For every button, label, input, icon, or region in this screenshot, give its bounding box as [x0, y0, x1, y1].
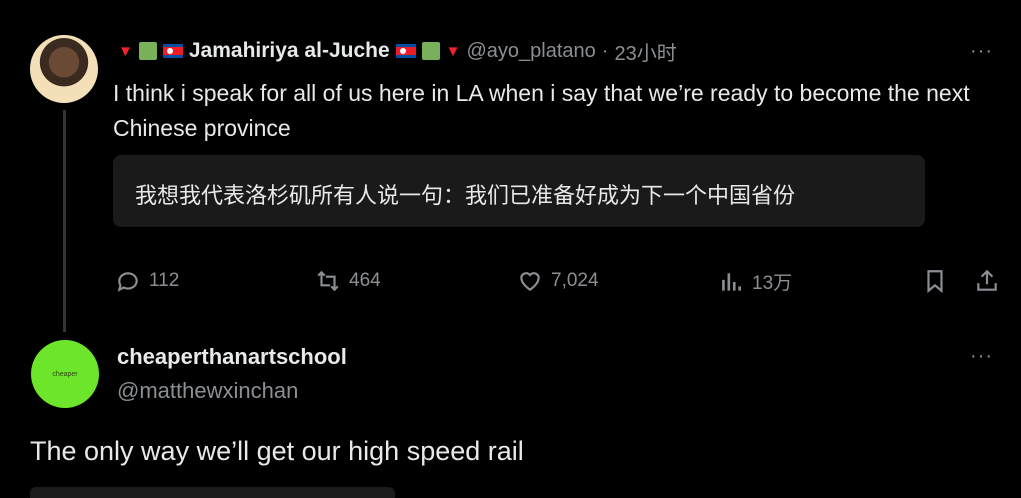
meta-separator: ·	[601, 39, 609, 62]
author-display-name[interactable]: Jamahiriya al-Juche	[189, 39, 390, 63]
tweet-header: ▼ Jamahiriya al-Juche ▼ @ayo_platano · 2…	[118, 37, 677, 65]
more-options-icon[interactable]: ···	[970, 40, 993, 63]
green-square-emoji-icon	[421, 42, 440, 60]
red-triangle-emoji-icon: ▼	[118, 42, 133, 60]
repost-button[interactable]: 464	[315, 268, 381, 294]
translation-text: 我想我代表洛杉矶所有人说一句：我们已准备好成为下一个中国省份	[135, 184, 796, 209]
reply-author-display-name[interactable]: cheaperthanartschool	[117, 344, 347, 370]
heart-icon	[520, 272, 540, 291]
red-triangle-emoji-icon: ▼	[445, 42, 461, 60]
author-handle[interactable]: @ayo_platano	[467, 40, 596, 63]
share-button[interactable]	[974, 268, 1000, 294]
north-korea-flag-icon	[395, 44, 416, 58]
reply-count: 112	[149, 270, 180, 291]
views-count: 13万	[752, 273, 793, 294]
bookmark-button[interactable]	[922, 268, 948, 294]
reply-icon	[117, 272, 138, 292]
like-button[interactable]: 7,024	[517, 268, 599, 294]
green-square-emoji-icon	[138, 42, 157, 60]
tweet-timestamp[interactable]: 23小时	[614, 37, 676, 66]
tweet-text: I think i speak for all of us here in LA…	[113, 80, 970, 141]
reply-author-handle[interactable]: @matthewxinchan	[117, 378, 298, 404]
reply-more-options-icon[interactable]: ···	[970, 345, 993, 368]
thread-connector-line	[63, 110, 66, 332]
reply-avatar-label: cheaper	[52, 370, 78, 378]
reply-button[interactable]: 112	[115, 268, 179, 294]
like-count: 7,024	[551, 270, 599, 291]
north-korea-flag-icon	[162, 44, 183, 58]
bookmark-icon	[927, 270, 943, 294]
author-avatar[interactable]	[30, 35, 98, 103]
reply-author-avatar[interactable]: cheaper	[31, 340, 99, 408]
views-button[interactable]: 13万	[718, 268, 792, 295]
share-icon	[977, 269, 997, 291]
repost-icon	[317, 270, 339, 292]
reply-media-preview[interactable]	[30, 487, 395, 498]
reply-text: The only way we’ll get our high speed ra…	[30, 436, 524, 466]
repost-count: 464	[349, 270, 381, 291]
views-chart-icon	[722, 272, 741, 291]
